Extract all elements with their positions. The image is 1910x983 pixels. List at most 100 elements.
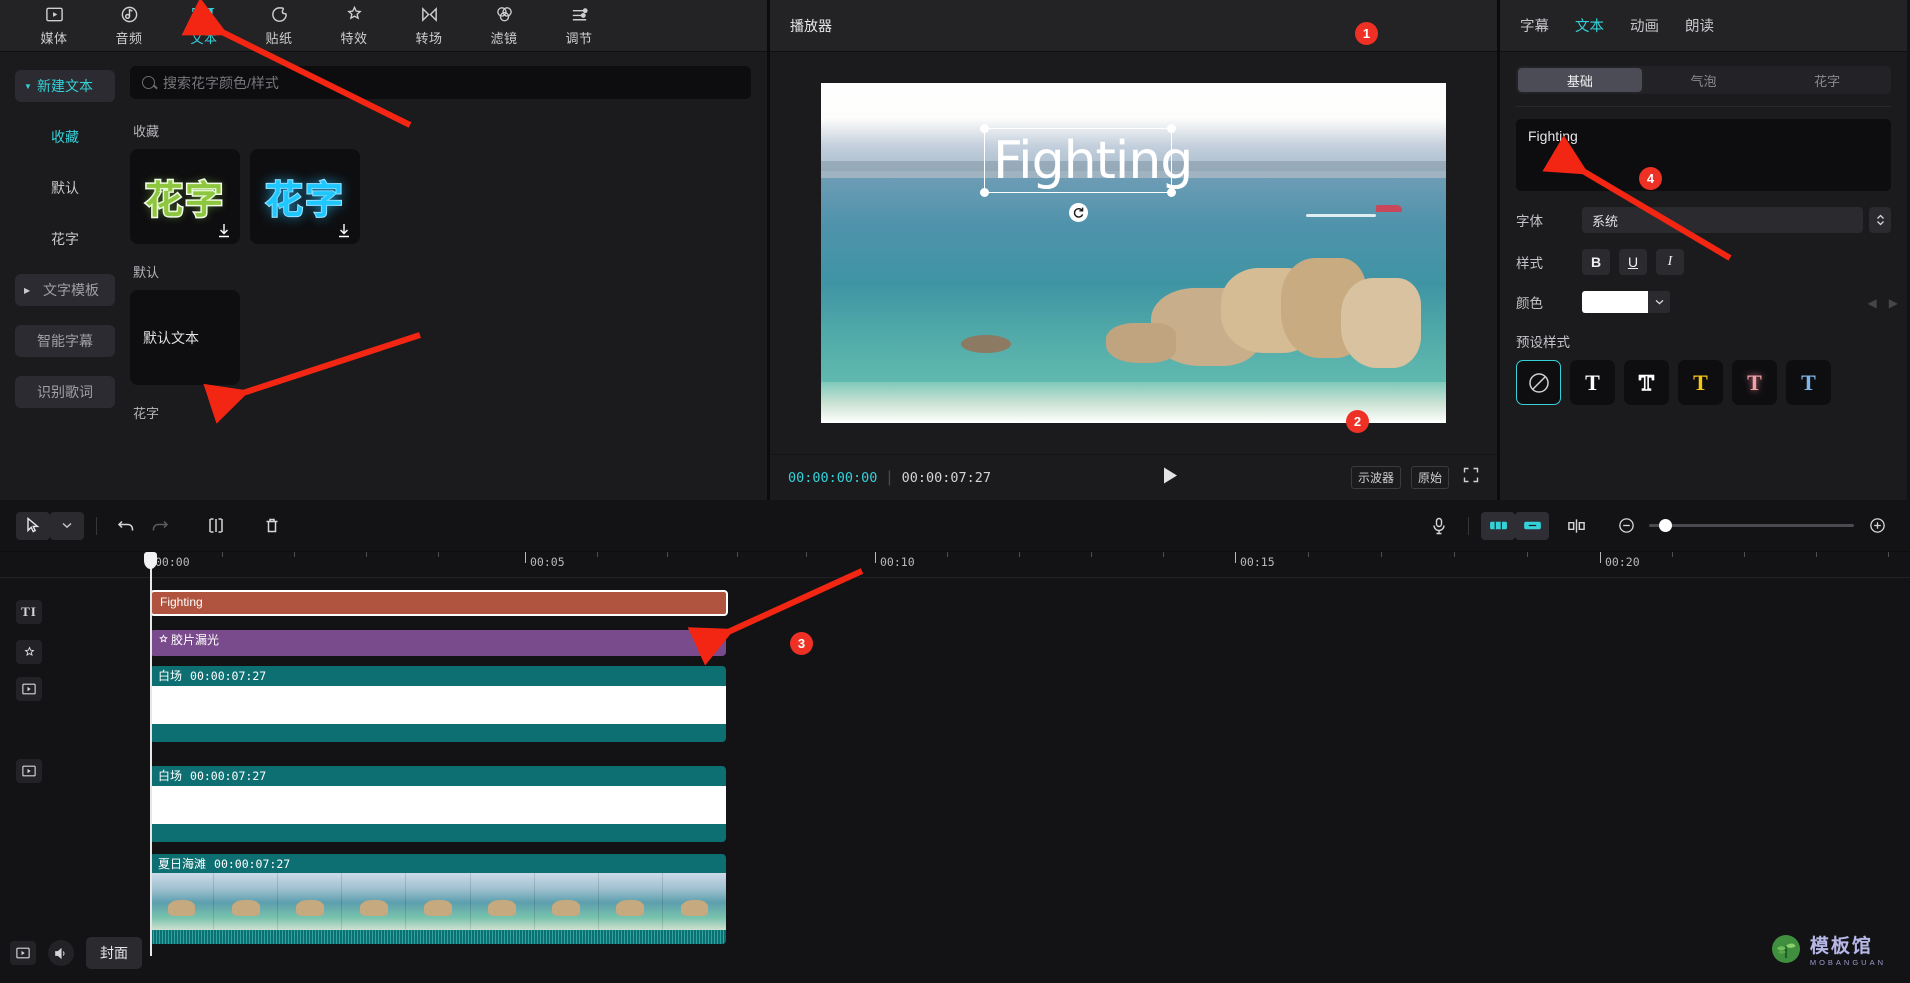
sticker-track-icon[interactable]: [16, 640, 42, 664]
split-icon[interactable]: [199, 512, 233, 540]
chevron-down-icon[interactable]: [50, 511, 84, 540]
sidebar-item-label: 默认: [51, 180, 79, 196]
delete-icon[interactable]: [255, 512, 289, 540]
tab-animation[interactable]: 动画: [1630, 15, 1659, 36]
fancy-text-tile-blue[interactable]: 花字: [250, 149, 360, 244]
nav-label: 特效: [340, 30, 368, 46]
nav-item-filter[interactable]: 滤镜: [468, 1, 540, 51]
timeline-clip-white-1[interactable]: 白场 00:00:07:27: [150, 666, 726, 742]
nav-item-audio[interactable]: 音频: [93, 1, 165, 51]
original-button[interactable]: 原始: [1410, 466, 1449, 489]
redo-icon[interactable]: [143, 512, 177, 540]
nav-item-media[interactable]: 媒体: [18, 1, 90, 51]
style-segmented-control: 基础 气泡 花字: [1516, 66, 1891, 94]
text-track-icon[interactable]: TI: [16, 600, 42, 624]
handle-bottom-right[interactable]: [1167, 188, 1176, 197]
sidebar-item-label: 文字模板: [43, 282, 99, 298]
mixer-icon[interactable]: [1481, 511, 1515, 540]
font-select[interactable]: 系统: [1582, 207, 1863, 233]
segment-bubble[interactable]: 气泡: [1642, 68, 1766, 92]
snap-icon[interactable]: [1559, 512, 1593, 540]
library-sidebar: ▼ 新建文本 收藏 默认 花字 ▶ 文字模板 智能字幕 识别歌词: [0, 52, 130, 500]
prev-arrow-icon[interactable]: ◀: [1868, 296, 1877, 310]
preset-outline-t[interactable]: T: [1624, 360, 1669, 405]
play-icon[interactable]: [1162, 466, 1179, 490]
sidebar-item-favorites[interactable]: 收藏: [15, 121, 115, 153]
cover-button[interactable]: 封面: [86, 937, 142, 969]
segment-fancy[interactable]: 花字: [1765, 68, 1889, 92]
sidebar-item-auto-caption[interactable]: 智能字幕: [15, 325, 115, 357]
nav-item-sticker[interactable]: 贴纸: [243, 1, 315, 51]
style-label: 样式: [1516, 256, 1543, 271]
default-text-tile[interactable]: 默认文本: [130, 290, 240, 385]
fullscreen-icon[interactable]: [1463, 467, 1479, 488]
video-track-icon-1[interactable]: [16, 677, 42, 701]
preset-blue-t[interactable]: T: [1786, 360, 1831, 405]
tab-text[interactable]: 文本: [1575, 15, 1604, 36]
link-icon[interactable]: [1515, 511, 1549, 540]
color-swatch[interactable]: [1582, 291, 1648, 313]
text-selection-box[interactable]: [980, 124, 1176, 197]
zoom-out-icon[interactable]: [1609, 512, 1643, 540]
ruler-tick: [737, 552, 738, 557]
next-arrow-icon[interactable]: ▶: [1889, 296, 1898, 310]
nav-label: 贴纸: [265, 30, 293, 46]
select-tool-icon[interactable]: [16, 511, 50, 540]
ruler-tick: [1816, 552, 1817, 557]
playhead[interactable]: [150, 552, 152, 956]
preset-white-t[interactable]: T: [1570, 360, 1615, 405]
handle-top-left[interactable]: [980, 124, 989, 133]
sidebar-item-lyrics-recognition[interactable]: 识别歌词: [15, 376, 115, 408]
undo-icon[interactable]: [109, 512, 143, 540]
search-input[interactable]: 搜索花字颜色/样式: [130, 66, 751, 99]
nav-item-adjust[interactable]: 调节: [543, 1, 615, 51]
ruler-tick: [1672, 552, 1673, 557]
timeline-ruler[interactable]: 00:00 00:05 00:10 00:15 00:20: [0, 552, 1910, 578]
section-title-fancy: 花字: [133, 406, 160, 421]
sidebar-item-new-text[interactable]: ▼ 新建文本: [15, 70, 115, 102]
zoom-in-icon[interactable]: [1860, 512, 1894, 540]
tab-subtitle[interactable]: 字幕: [1520, 15, 1549, 36]
timeline-clip-text[interactable]: Fighting: [150, 590, 728, 616]
bold-button[interactable]: B: [1582, 249, 1610, 275]
video-track-icon-2[interactable]: [16, 759, 42, 783]
download-icon[interactable]: [337, 223, 351, 238]
color-dropdown-icon[interactable]: [1648, 291, 1670, 313]
text-content-textarea[interactable]: Fighting: [1516, 119, 1891, 191]
scope-button[interactable]: 示波器: [1350, 466, 1401, 489]
segment-basic[interactable]: 基础: [1518, 68, 1642, 92]
nav-item-text[interactable]: TI 文本: [168, 1, 240, 51]
italic-button[interactable]: I: [1656, 249, 1684, 275]
ruler-tick: [1744, 552, 1745, 557]
transition-icon: [420, 5, 439, 25]
fancy-text-tile-green[interactable]: 花字: [130, 149, 240, 244]
preset-none[interactable]: [1516, 360, 1561, 405]
font-stepper[interactable]: [1869, 207, 1891, 233]
nav-item-effects[interactable]: 特效: [318, 1, 390, 51]
sidebar-item-text-template[interactable]: ▶ 文字模板: [15, 274, 115, 306]
preset-yellow-t[interactable]: T: [1678, 360, 1723, 405]
nav-label: 媒体: [40, 30, 68, 46]
tab-readaloud[interactable]: 朗读: [1685, 15, 1714, 36]
handle-top-right[interactable]: [1167, 124, 1176, 133]
underline-button[interactable]: U: [1619, 249, 1647, 275]
nav-item-transition[interactable]: 转场: [393, 1, 465, 51]
rotate-handle-icon[interactable]: [1069, 203, 1088, 222]
download-icon[interactable]: [217, 223, 231, 238]
sidebar-item-default[interactable]: 默认: [15, 172, 115, 204]
timeline-clip-white-2[interactable]: 白场 00:00:07:27: [150, 766, 726, 842]
video-preview[interactable]: Fighting: [821, 83, 1446, 423]
volume-icon[interactable]: [48, 940, 74, 966]
panel-divider: [1516, 106, 1891, 107]
video-track-icon-main[interactable]: [10, 941, 36, 965]
sidebar-item-fancy-text[interactable]: 花字: [15, 223, 115, 255]
handle-bottom-left[interactable]: [980, 188, 989, 197]
microphone-icon[interactable]: [1422, 512, 1456, 540]
playhead-handle[interactable]: [144, 552, 157, 569]
zoom-slider[interactable]: [1649, 519, 1854, 532]
zoom-slider-knob[interactable]: [1659, 519, 1672, 532]
preset-pink-t[interactable]: T: [1732, 360, 1777, 405]
timeline-clip-effect[interactable]: 胶片漏光: [150, 630, 726, 656]
rock-4: [1341, 278, 1421, 368]
carousel-arrows[interactable]: ◀ ▶: [1868, 296, 1898, 310]
